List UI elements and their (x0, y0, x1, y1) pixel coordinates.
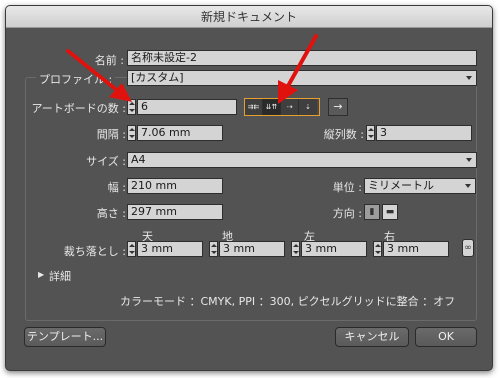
ok-button[interactable]: OK (415, 327, 477, 347)
columns-input[interactable]: 3 (376, 125, 472, 141)
bleed-left-stepper[interactable] (291, 241, 300, 257)
portrait-icon[interactable]: ▮ (364, 204, 380, 220)
profile-value: [カスタム] (131, 71, 184, 84)
arrange-by-column-icon[interactable]: ⇣ (299, 99, 317, 115)
width-label: 幅 : (107, 181, 126, 194)
profile-label: プロファイル : (36, 71, 116, 87)
chevron-down-icon (466, 76, 472, 80)
units-label: 単位 : (332, 181, 362, 194)
spacing-input[interactable]: 7.06 mm (137, 125, 223, 141)
advanced-label[interactable]: 詳細 (49, 268, 71, 284)
bleed-bottom-stepper[interactable] (209, 241, 218, 257)
cancel-button[interactable]: キャンセル (335, 327, 409, 347)
bleed-top-input[interactable]: 3 mm (137, 241, 203, 257)
size-label: サイズ : (86, 155, 126, 168)
landscape-icon[interactable]: ▬ (382, 204, 398, 220)
templates-button[interactable]: テンプレート... (24, 327, 106, 347)
width-input[interactable]: 210 mm (127, 178, 223, 194)
document-summary: カラーモード ：CMYK, PPI ：300, ピクセルグリッドに整合 ：オフ (120, 295, 456, 308)
right-arrow-icon: → (333, 100, 343, 113)
artboard-arrangement-group: ⇉⇇ ⇊⇈ ⇢ ⇣ (244, 98, 320, 116)
grid-by-column-icon[interactable]: ⇊⇈ (263, 99, 281, 115)
chevron-down-icon (465, 184, 471, 188)
bleed-bottom-input[interactable]: 3 mm (219, 241, 285, 257)
link-chain-icon[interactable]: ∞ (462, 239, 474, 257)
spacing-stepper[interactable] (127, 125, 136, 141)
name-input[interactable]: 名称未設定-2 (127, 50, 477, 66)
artboards-input[interactable]: 6 (137, 99, 237, 115)
layout-direction-button[interactable]: → (328, 98, 348, 116)
name-label: 名前 : (94, 54, 124, 67)
bleed-label: 裁ち落とし : (63, 245, 126, 258)
height-label: 高さ : (96, 207, 126, 220)
bleed-right-input[interactable]: 3 mm (383, 241, 449, 257)
grid-by-row-icon[interactable]: ⇉⇇ (245, 99, 263, 115)
arrange-by-row-icon[interactable]: ⇢ (281, 99, 299, 115)
bleed-right-stepper[interactable] (373, 241, 382, 257)
dialog-title: 新規ドキュメント (6, 6, 492, 28)
columns-stepper[interactable] (366, 125, 375, 141)
units-select[interactable]: ミリメートル (364, 178, 476, 194)
bleed-left-input[interactable]: 3 mm (301, 241, 367, 257)
artboards-label: アートボードの数 : (31, 102, 126, 115)
columns-label: 縦列数 : (323, 128, 364, 141)
artboards-stepper[interactable] (127, 99, 136, 115)
size-value: A4 (131, 153, 146, 166)
chevron-down-icon (466, 158, 472, 162)
height-input[interactable]: 297 mm (127, 204, 223, 220)
profile-select[interactable]: [カスタム] (127, 70, 477, 86)
spacing-label: 間隔 : (96, 128, 126, 141)
new-document-dialog: 新規ドキュメント 名前 : 名称未設定-2 プロファイル : [カスタム] アー… (5, 5, 493, 371)
orientation-label: 方向 : (332, 207, 362, 220)
disclosure-triangle-icon[interactable]: ▶ (38, 270, 44, 279)
size-select[interactable]: A4 (127, 152, 477, 168)
units-value: ミリメートル (368, 179, 434, 192)
bleed-top-stepper[interactable] (127, 241, 136, 257)
